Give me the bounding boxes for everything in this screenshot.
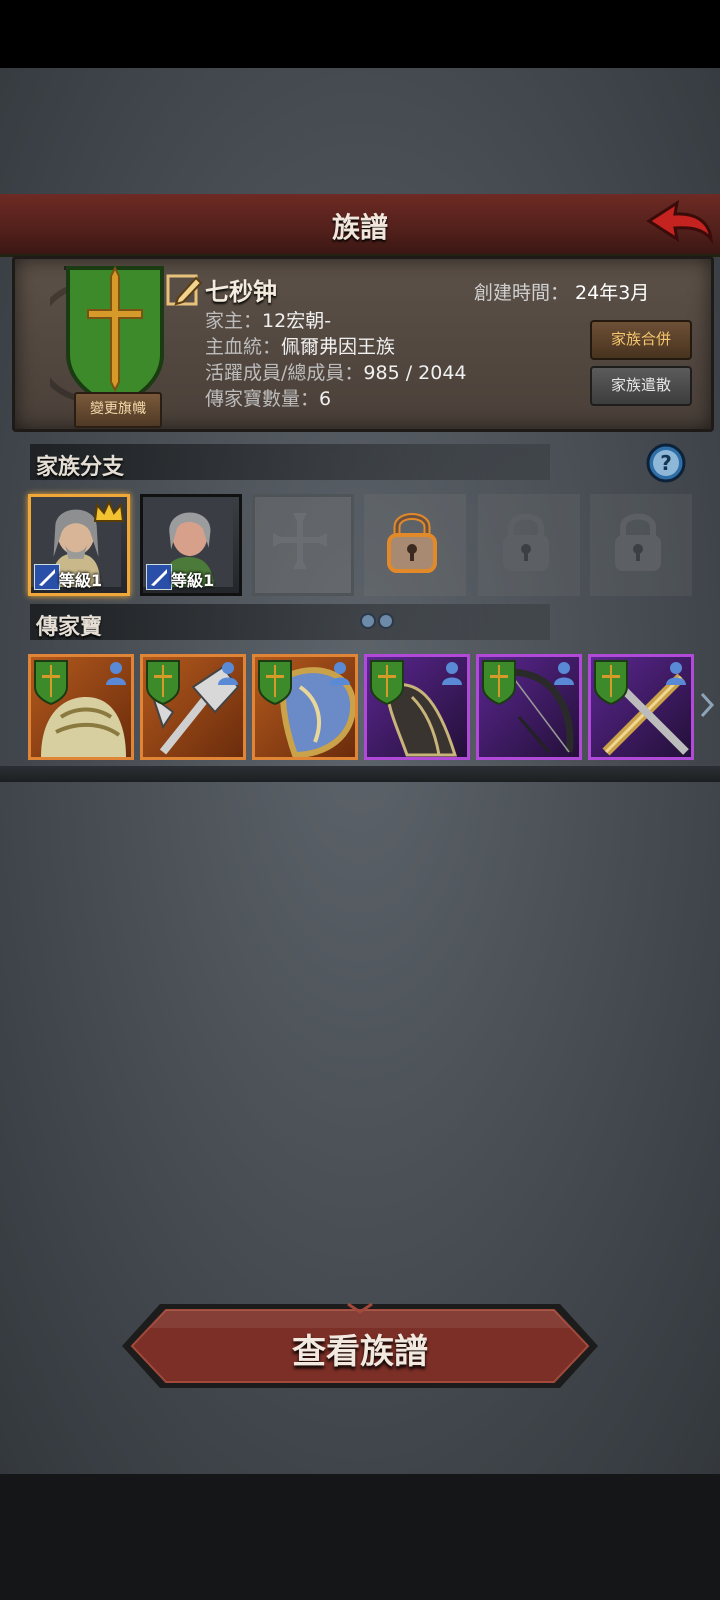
heirlooms-header: 傳家寶: [30, 604, 550, 640]
chevron-right-icon[interactable]: [698, 690, 716, 720]
heirloom-bow[interactable]: [476, 654, 582, 760]
main-bloodline: 主血統：佩爾弗因王族: [205, 336, 396, 358]
disband-family-button[interactable]: 家族遣散: [590, 366, 692, 406]
person-icon: [106, 662, 126, 685]
heirloom-shield[interactable]: [252, 654, 358, 760]
lock-icon: [387, 513, 437, 573]
heirloom-armor[interactable]: [28, 654, 134, 760]
person-icon: [330, 662, 350, 685]
view-family-tree-button[interactable]: 查看族譜: [120, 1300, 600, 1392]
family-name: 七秒钟: [205, 278, 277, 306]
family-flag-icon: [34, 660, 68, 705]
member-count: 活躍成員/總成員：985 / 2044: [205, 362, 467, 384]
edit-icon[interactable]: [166, 270, 204, 308]
locked-branch-slot: [478, 494, 580, 596]
family-flag-icon: [258, 660, 292, 705]
unlockable-branch-slot[interactable]: [364, 494, 466, 596]
family-flag-icon: [146, 660, 180, 705]
crown-icon: [93, 499, 125, 522]
svg-text:?: ?: [660, 451, 672, 475]
help-icon[interactable]: ?: [646, 443, 686, 483]
back-arrow-icon[interactable]: [645, 199, 715, 251]
branches-header: 家族分支: [30, 444, 550, 480]
level-label: 等級1: [59, 571, 103, 590]
status-bar: [0, 0, 720, 68]
navigation-bar: [0, 1474, 720, 1600]
person-icon: [442, 662, 462, 685]
lock-icon: [503, 513, 549, 571]
empty-branch-slot[interactable]: [252, 494, 354, 596]
heirloom-count: 傳家寶數量：6: [205, 388, 332, 410]
lock-icon: [615, 513, 661, 571]
cross-icon: [273, 513, 327, 569]
merge-family-button[interactable]: 家族合併: [590, 320, 692, 360]
person-icon: [554, 662, 574, 685]
family-banner[interactable]: [50, 262, 180, 412]
family-flag-icon: [594, 660, 628, 705]
person-icon: [666, 662, 686, 685]
family-flag-icon: [482, 660, 516, 705]
branch-member-slot[interactable]: 等級1: [28, 494, 130, 596]
family-head: 家主：12宏朝-: [205, 310, 332, 332]
heirloom-halberd[interactable]: [140, 654, 246, 760]
page-indicator: [360, 613, 394, 629]
level-label: 等級1: [171, 571, 215, 590]
branch-member-slot[interactable]: 等級1: [140, 494, 242, 596]
locked-branch-slot: [590, 494, 692, 596]
created-time: 創建時間： 24年3月: [474, 282, 650, 304]
change-banner-button[interactable]: 變更旗幟: [74, 392, 162, 428]
section-divider: [0, 766, 720, 782]
heirloom-crossed-swords[interactable]: [588, 654, 694, 760]
title-bar: 族譜: [0, 194, 720, 257]
page-title: 族譜: [331, 211, 388, 244]
heirloom-cloak[interactable]: [364, 654, 470, 760]
family-flag-icon: [370, 660, 404, 705]
sword-icon: [34, 564, 60, 590]
sword-icon: [146, 564, 172, 590]
person-icon: [218, 662, 238, 685]
